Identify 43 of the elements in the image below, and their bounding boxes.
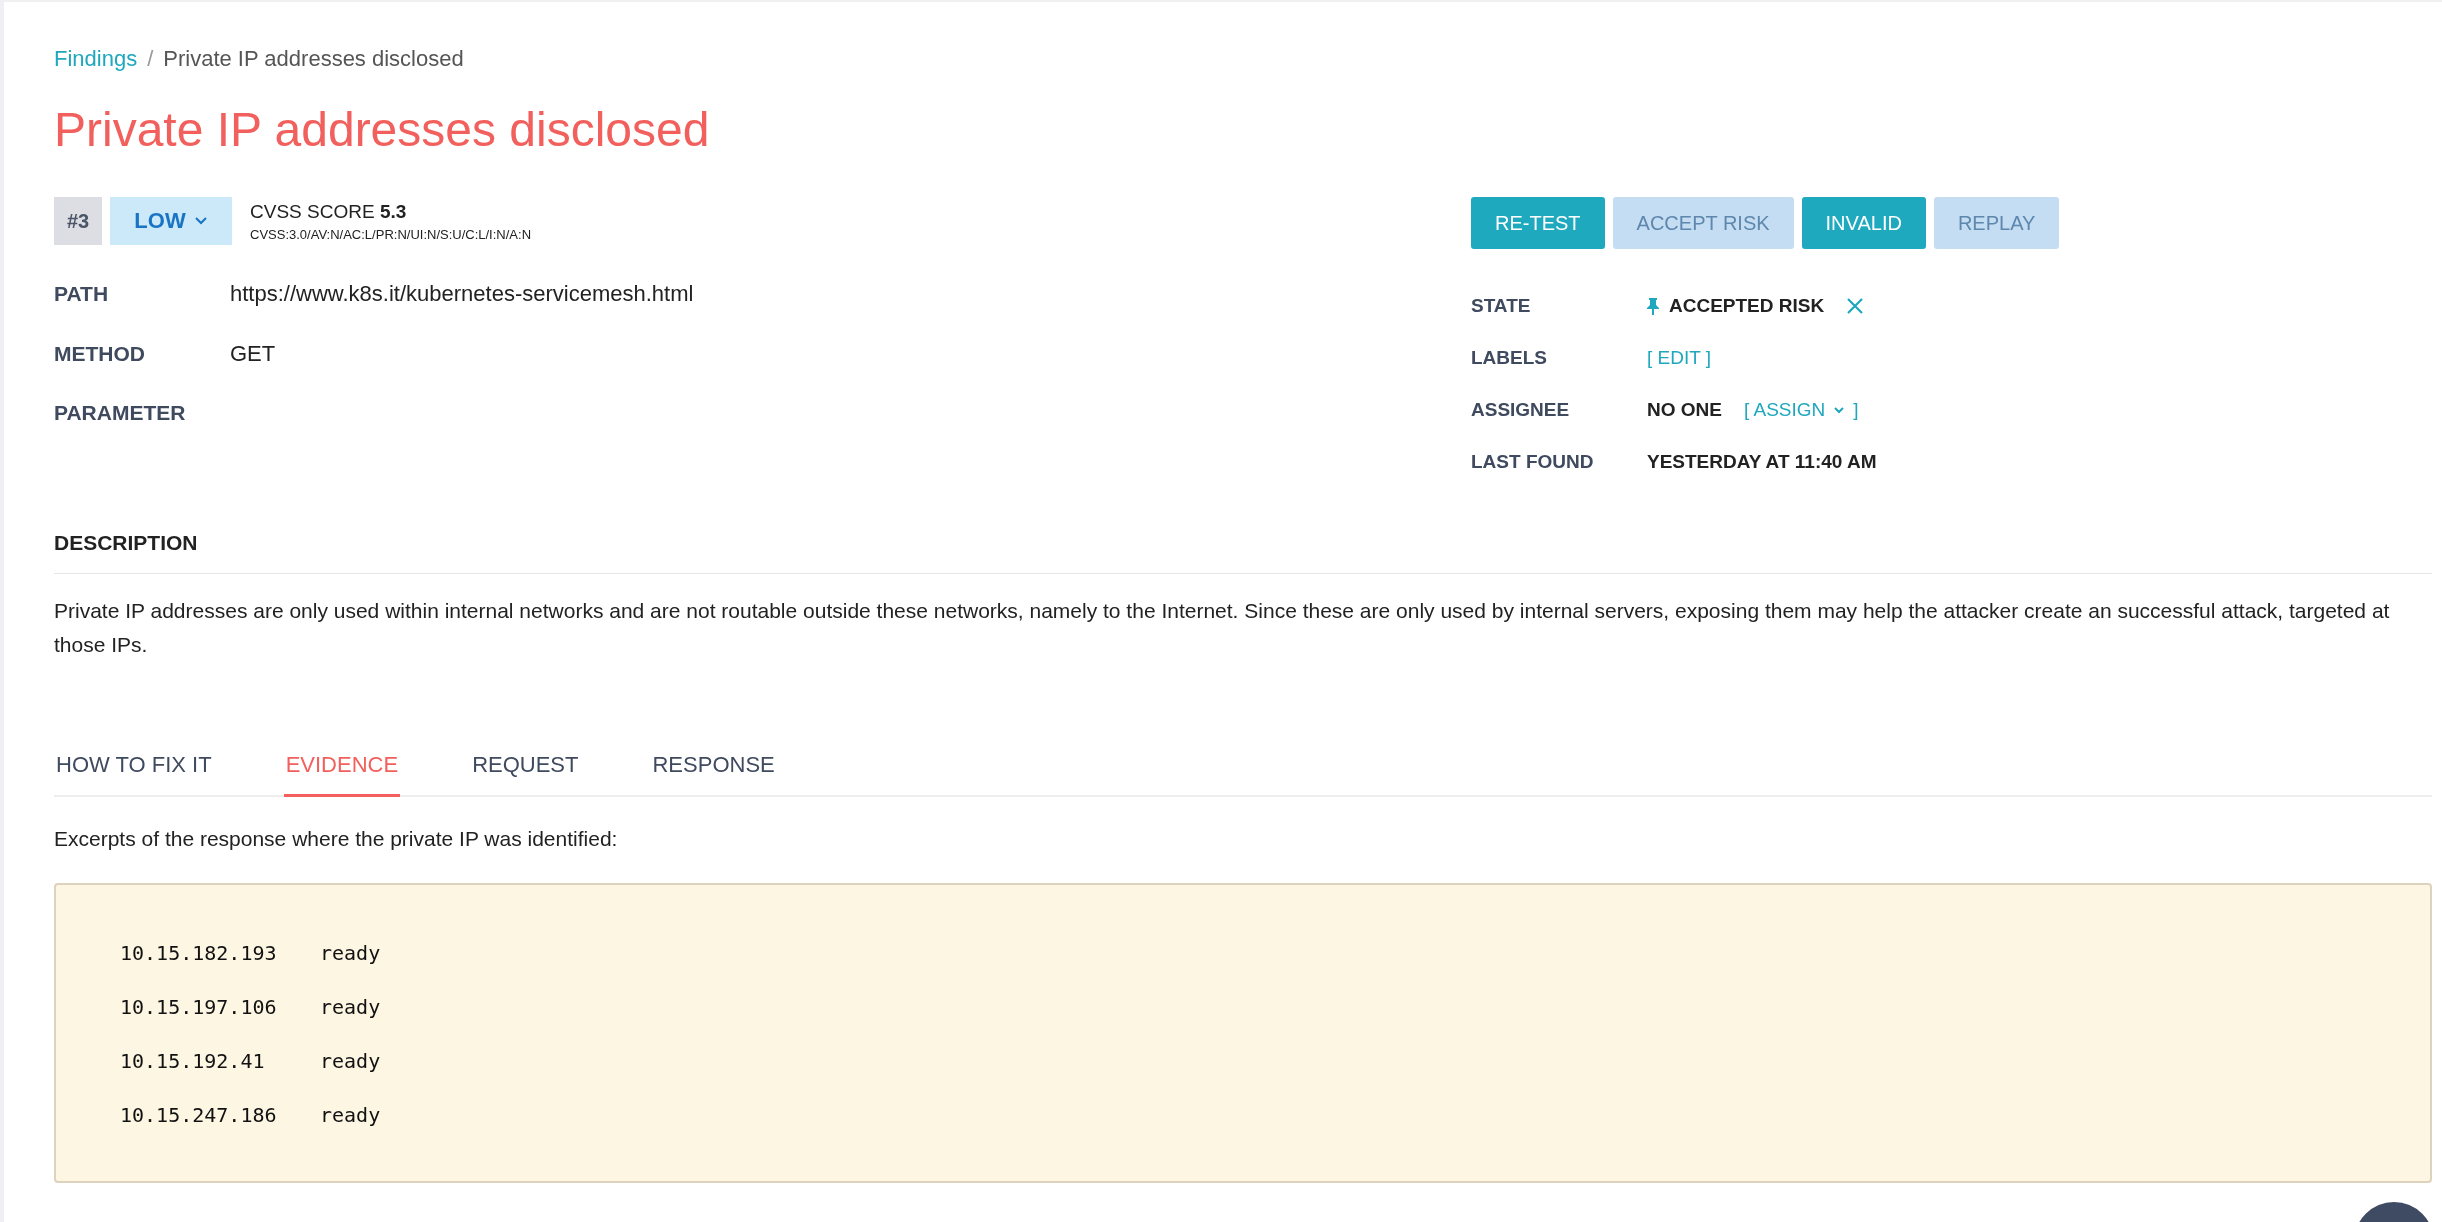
cvss-vector: CVSS:3.0/AV:N/AC:L/PR:N/UI:N/S:U/C:L/I:N/A:N: [250, 226, 532, 242]
section-heading: DESCRIPTION: [54, 531, 2432, 574]
ip-status: ready: [320, 995, 381, 1019]
field-label: LAST FOUND: [1471, 451, 1595, 473]
chevron-down-icon: [1833, 406, 1846, 414]
ip-status: ready: [320, 941, 381, 965]
field-label: PATH: [54, 282, 110, 306]
action-button[interactable]: INVALID: [1801, 197, 1926, 249]
tab[interactable]: EVIDENCE: [283, 752, 401, 797]
last-found-value: YESTERDAY AT 11:40 AM: [1647, 451, 1877, 473]
tab[interactable]: RESPONSE: [650, 752, 777, 797]
field-label: LABELS: [1471, 347, 1548, 369]
page-title: Private IP addresses disclosed: [54, 102, 711, 157]
tab[interactable]: REQUEST: [470, 752, 581, 797]
tab[interactable]: HOW TO FIX IT: [54, 752, 214, 797]
edit-link[interactable]: [ EDIT ]: [1647, 347, 1712, 369]
ip-address: 10.15.192.41: [120, 1049, 266, 1073]
field-label: METHOD: [54, 342, 146, 366]
ip-address: 10.15.182.193: [120, 941, 278, 965]
cvss-score: CVSS SCORE 5.3: [250, 200, 408, 223]
action-button[interactable]: RE-TEST: [1471, 197, 1605, 249]
field-value: https://www.k8s.it/kubernetes-servicemesh.html: [230, 281, 695, 307]
breadcrumb-link[interactable]: Findings: [54, 46, 138, 72]
field-label: PARAMETER: [54, 401, 187, 425]
field-value: GET: [230, 341, 277, 367]
field-label: ASSIGNEE: [1471, 399, 1571, 421]
pin-icon: [1647, 297, 1659, 315]
severity-dropdown[interactable]: LOW: [110, 197, 232, 245]
assignee-value: NO ONE: [1647, 399, 1722, 421]
breadcrumb-current: Private IP addresses disclosed: [163, 46, 464, 72]
assign-link[interactable]: [ ASSIGN ]: [1743, 399, 1859, 421]
state-value: ACCEPTED RISK: [1669, 295, 1825, 317]
field-label: STATE: [1471, 295, 1532, 317]
ip-status: ready: [320, 1103, 381, 1127]
ip-address: 10.15.197.106: [120, 995, 278, 1019]
finding-number: #3: [54, 197, 102, 245]
evidence-intro: Excerpts of the response where the private IP was identified:: [54, 827, 619, 851]
chevron-down-icon: [193, 216, 208, 226]
description-text: Private IP addresses are only used within internal networks and are not routable outside these networks, namely to the Internet. Since these are only used by internal servers, exposing them may help the attacker create an successful attack, targeted at those IPs.: [54, 598, 2391, 658]
ip-status: ready: [320, 1049, 381, 1073]
ip-address: 10.15.247.186: [120, 1103, 278, 1127]
close-icon[interactable]: [1846, 297, 1865, 315]
breadcrumb-separator: /: [147, 46, 154, 72]
